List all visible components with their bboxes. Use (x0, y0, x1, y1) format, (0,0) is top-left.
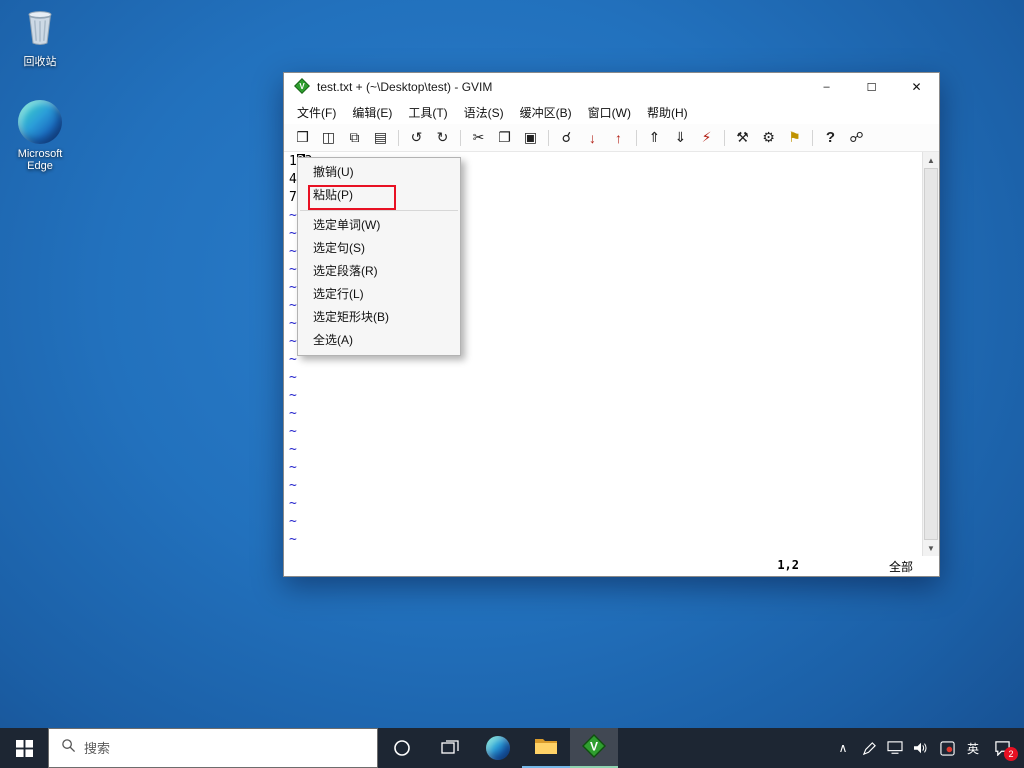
tilde: ~ (289, 423, 922, 441)
gvim-icon: V (294, 78, 310, 97)
undo-icon[interactable]: ↺ (404, 126, 429, 149)
hidden-icons-chevron-icon[interactable]: ∧ (830, 728, 856, 768)
context-item-paste[interactable]: 粘贴(P) (298, 184, 460, 207)
minimize-button[interactable]: – (804, 73, 849, 101)
print-icon[interactable]: ▤ (368, 126, 393, 149)
tag-jump-icon[interactable]: ⚑ (782, 126, 807, 149)
tilde: ~ (289, 531, 922, 549)
taskbar-file-explorer-button[interactable] (522, 728, 570, 768)
scrollbar-thumb[interactable] (924, 168, 938, 540)
context-item-select-sentence[interactable]: 选定句(S) (298, 237, 460, 260)
tilde: ~ (289, 459, 922, 477)
find-icon[interactable]: ☌ (554, 126, 579, 149)
context-item-undo[interactable]: 撤销(U) (298, 161, 460, 184)
context-separator (300, 210, 458, 211)
tray-app-icon[interactable] (934, 728, 960, 768)
tilde: ~ (289, 441, 922, 459)
search-icon (61, 738, 76, 758)
menu-bar: 文件(F)编辑(E)工具(T)语法(S)缓冲区(B)窗口(W)帮助(H) (284, 101, 939, 124)
toolbar-separator (808, 126, 817, 149)
task-view-button[interactable] (426, 728, 474, 768)
tilde: ~ (289, 369, 922, 387)
microsoft-edge-desktop-icon[interactable]: Microsoft Edge (6, 100, 74, 172)
context-item-select-all[interactable]: 全选(A) (298, 329, 460, 352)
menu-edit[interactable]: 编辑(E) (344, 101, 400, 124)
tilde: ~ (289, 387, 922, 405)
tilde: ~ (289, 495, 922, 513)
tilde: ~ (289, 513, 922, 531)
action-center-button[interactable]: 2 (986, 728, 1018, 768)
menu-syntax[interactable]: 语法(S) (456, 101, 512, 124)
copy-icon[interactable]: ❐ (492, 126, 517, 149)
window-title: test.txt + (~\Desktop\test) - GVIM (317, 80, 492, 94)
status-bar: 1,2 全部 (284, 556, 939, 576)
scroll-down-arrow-icon[interactable]: ▼ (923, 540, 939, 556)
context-item-select-block[interactable]: 选定矩形块(B) (298, 306, 460, 329)
find-next-icon[interactable]: ↓ (580, 126, 605, 149)
help-icon[interactable]: ? (818, 126, 843, 149)
desktop-icon-label: 回收站 (24, 53, 57, 69)
edge-icon (18, 100, 62, 144)
paste-icon[interactable]: ▣ (518, 126, 543, 149)
menu-window[interactable]: 窗口(W) (580, 101, 639, 124)
taskbar-gvim-button[interactable]: V (570, 728, 618, 768)
find-prev-icon[interactable]: ↑ (606, 126, 631, 149)
display-network-icon[interactable] (882, 728, 908, 768)
taskbar-edge-button[interactable] (474, 728, 522, 768)
ime-language-indicator[interactable]: 英 (960, 728, 986, 768)
toolbar-separator (632, 126, 641, 149)
taskbar-search[interactable] (48, 728, 378, 768)
recycle-bin-desktop-icon[interactable]: 回收站 (6, 8, 74, 69)
volume-icon[interactable] (908, 728, 934, 768)
desktop-icon-label: Microsoft Edge (6, 148, 74, 172)
gvim-icon: V (582, 734, 606, 763)
toolbar-separator (544, 126, 553, 149)
open-icon[interactable]: ❒ (290, 126, 315, 149)
start-button[interactable] (0, 728, 48, 768)
menu-file[interactable]: 文件(F) (289, 101, 344, 124)
menu-help[interactable]: 帮助(H) (639, 101, 696, 124)
toolbar: ❒◫⧉▤ ↺↻ ✂❐▣ ☌↓↑ ⇑⇓⚡ ⚒⚙⚑?☍ (284, 124, 939, 152)
save-icon[interactable]: ◫ (316, 126, 341, 149)
close-button[interactable]: ✕ (894, 73, 939, 101)
pen-icon[interactable] (856, 728, 882, 768)
scroll-position-label: 全部 (889, 558, 913, 575)
make-icon[interactable]: ⚒ (730, 126, 755, 149)
vertical-scrollbar[interactable]: ▲ ▼ (922, 152, 939, 556)
search-input[interactable] (84, 741, 334, 756)
load-session-icon[interactable]: ⇑ (642, 126, 667, 149)
build-tags-icon[interactable]: ⚙ (756, 126, 781, 149)
find-help-icon[interactable]: ☍ (844, 126, 869, 149)
menu-buffers[interactable]: 缓冲区(B) (512, 101, 580, 124)
toolbar-separator (720, 126, 729, 149)
file-explorer-icon (534, 736, 558, 761)
context-menu: 撤销(U)粘贴(P) 选定单词(W)选定句(S)选定段落(R)选定行(L)选定矩形… (297, 157, 461, 356)
title-bar: V test.txt + (~\Desktop\test) - GVIM – ☐… (284, 73, 939, 101)
edge-icon (486, 736, 510, 760)
taskbar: V ∧ 英 (0, 728, 1024, 768)
context-item-select-line[interactable]: 选定行(L) (298, 283, 460, 306)
menu-tools[interactable]: 工具(T) (400, 101, 455, 124)
recycle-bin-icon (22, 8, 58, 49)
context-item-select-word[interactable]: 选定单词(W) (298, 214, 460, 237)
run-script-icon[interactable]: ⚡ (694, 126, 719, 149)
toolbar-separator (394, 126, 403, 149)
context-item-select-paragraph[interactable]: 选定段落(R) (298, 260, 460, 283)
cut-icon[interactable]: ✂ (466, 126, 491, 149)
tilde: ~ (289, 477, 922, 495)
notification-badge: 2 (1004, 747, 1018, 761)
redo-icon[interactable]: ↻ (430, 126, 455, 149)
svg-text:V: V (299, 82, 305, 91)
cortana-button[interactable] (378, 728, 426, 768)
maximize-button[interactable]: ☐ (849, 73, 894, 101)
scroll-up-arrow-icon[interactable]: ▲ (923, 152, 939, 168)
save-session-icon[interactable]: ⇓ (668, 126, 693, 149)
toolbar-separator (456, 126, 465, 149)
save-all-icon[interactable]: ⧉ (342, 126, 367, 149)
cursor-position: 1,2 (777, 558, 799, 572)
tilde: ~ (289, 405, 922, 423)
system-tray: ∧ 英 (830, 728, 1024, 768)
svg-text:V: V (590, 739, 598, 753)
window-controls: – ☐ ✕ (804, 73, 939, 101)
